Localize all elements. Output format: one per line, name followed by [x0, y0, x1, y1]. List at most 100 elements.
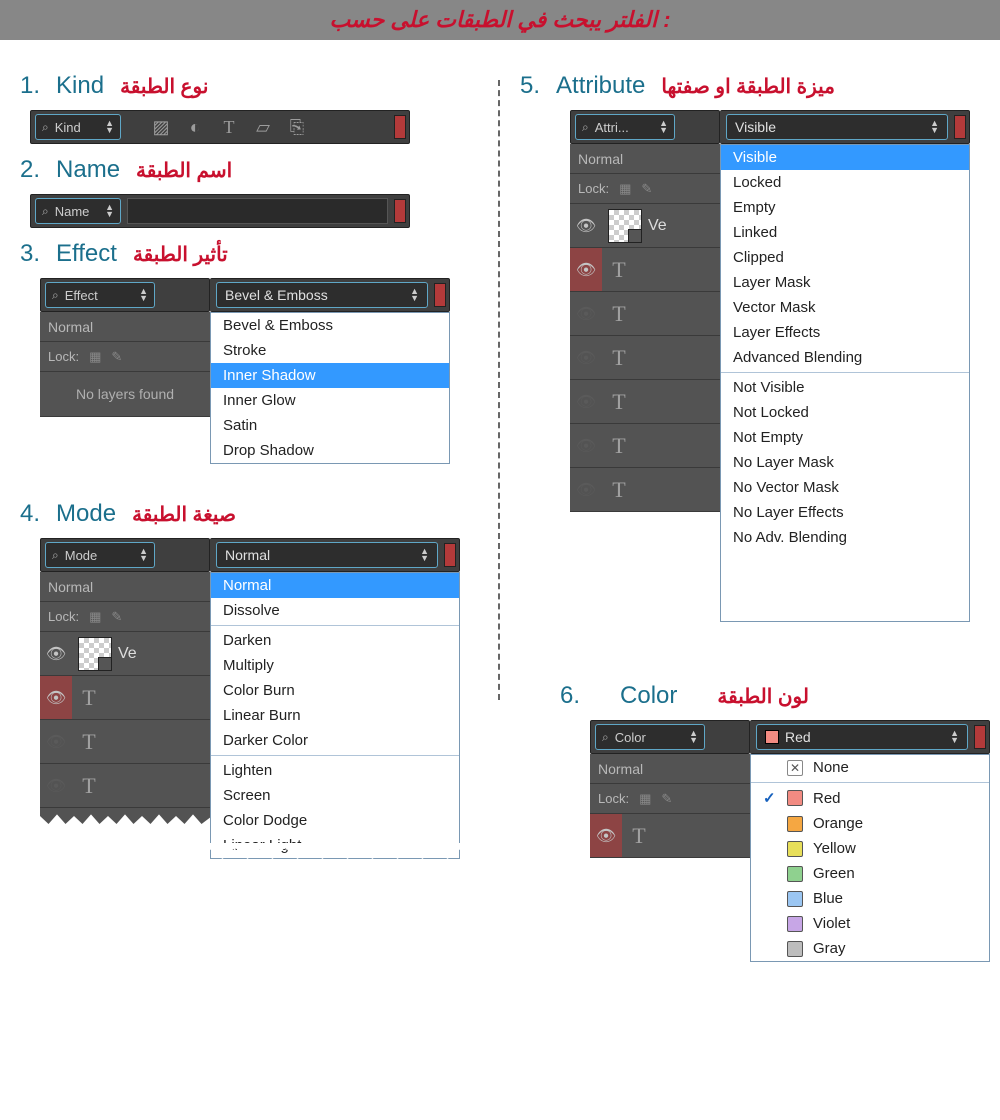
layer-row[interactable]: 👁 Ve: [40, 632, 210, 676]
layer-row[interactable]: 👁 T: [570, 248, 720, 292]
blend-mode-row[interactable]: Normal: [40, 572, 210, 602]
visibility-eye-icon[interactable]: 👁: [570, 348, 602, 368]
layer-row[interactable]: 👁 T: [570, 424, 720, 468]
type-layer-thumb[interactable]: T: [602, 473, 636, 507]
mode-select[interactable]: Normal ▲▼: [216, 542, 438, 568]
attribute-option[interactable]: No Layer Mask: [721, 450, 969, 475]
attribute-option[interactable]: Linked: [721, 220, 969, 245]
effect-option[interactable]: Bevel & Emboss: [211, 313, 449, 338]
lock-paint-icon[interactable]: ✎: [661, 791, 672, 807]
type-layer-icon[interactable]: T: [219, 117, 239, 137]
filter-toggle[interactable]: [394, 115, 406, 139]
type-layer-thumb[interactable]: T: [602, 385, 636, 419]
effect-option[interactable]: Stroke: [211, 338, 449, 363]
visibility-eye-icon[interactable]: 👁: [590, 814, 622, 857]
lock-paint-icon[interactable]: ✎: [111, 609, 122, 625]
type-layer-thumb[interactable]: T: [72, 769, 106, 803]
visibility-eye-icon[interactable]: 👁: [570, 436, 602, 456]
mode-option[interactable]: Darker Color: [211, 728, 459, 753]
type-layer-thumb[interactable]: T: [622, 819, 656, 853]
lock-paint-icon[interactable]: ✎: [641, 181, 652, 197]
lock-transparent-icon[interactable]: ▦: [89, 609, 101, 625]
color-option[interactable]: Violet: [751, 911, 989, 936]
attribute-option[interactable]: Visible: [721, 145, 969, 170]
effect-option[interactable]: Inner Shadow: [211, 363, 449, 388]
filter-toggle[interactable]: [394, 199, 406, 223]
attribute-option[interactable]: Not Visible: [721, 375, 969, 400]
attribute-option[interactable]: No Vector Mask: [721, 475, 969, 500]
attribute-option[interactable]: Layer Effects: [721, 320, 969, 345]
type-layer-thumb[interactable]: T: [72, 725, 106, 759]
mode-option[interactable]: Multiply: [211, 653, 459, 678]
color-option[interactable]: Yellow: [751, 836, 989, 861]
attribute-option[interactable]: Advanced Blending: [721, 345, 969, 370]
type-layer-thumb[interactable]: T: [72, 681, 106, 715]
attribute-option[interactable]: Layer Mask: [721, 270, 969, 295]
layer-thumbnail[interactable]: [608, 209, 642, 243]
filter-mode-button[interactable]: ⌕ Mode ▲▼: [45, 542, 155, 568]
attribute-option[interactable]: Empty: [721, 195, 969, 220]
filter-attribute-button[interactable]: ⌕ Attri... ▲▼: [575, 114, 675, 140]
layer-row[interactable]: 👁 T: [570, 336, 720, 380]
color-option[interactable]: Blue: [751, 886, 989, 911]
color-option[interactable]: ✓Red: [751, 785, 989, 811]
lock-transparent-icon[interactable]: ▦: [639, 791, 651, 807]
name-search-input[interactable]: [127, 198, 388, 224]
lock-transparent-icon[interactable]: ▦: [619, 181, 631, 197]
mode-option[interactable]: Color Dodge: [211, 808, 459, 833]
layer-row[interactable]: 👁 T: [40, 720, 210, 764]
shape-layer-icon[interactable]: ▱: [253, 117, 273, 137]
attribute-option[interactable]: Clipped: [721, 245, 969, 270]
filter-color-button[interactable]: ⌕ Color ▲▼: [595, 724, 705, 750]
adjustment-layer-icon[interactable]: ◐: [185, 117, 205, 137]
visibility-eye-icon[interactable]: 👁: [570, 392, 602, 412]
mode-option[interactable]: Normal: [211, 573, 459, 598]
visibility-eye-icon[interactable]: 👁: [570, 248, 602, 291]
blend-mode-row[interactable]: Normal: [40, 312, 210, 342]
visibility-eye-icon[interactable]: 👁: [40, 776, 72, 796]
filter-effect-button[interactable]: ⌕ Effect ▲▼: [45, 282, 155, 308]
smart-object-icon[interactable]: ⎘: [287, 117, 307, 137]
color-option-none[interactable]: ✕None: [751, 755, 989, 780]
visibility-eye-icon[interactable]: 👁: [570, 480, 602, 500]
attribute-option[interactable]: Not Locked: [721, 400, 969, 425]
mode-option[interactable]: Darken: [211, 628, 459, 653]
color-option[interactable]: Orange: [751, 811, 989, 836]
visibility-eye-icon[interactable]: 👁: [570, 304, 602, 324]
type-layer-thumb[interactable]: T: [602, 341, 636, 375]
visibility-eye-icon[interactable]: 👁: [570, 216, 602, 236]
attribute-option[interactable]: No Layer Effects: [721, 500, 969, 525]
layer-row[interactable]: 👁 T: [570, 468, 720, 512]
attribute-option[interactable]: No Adv. Blending: [721, 525, 969, 550]
attribute-option[interactable]: Vector Mask: [721, 295, 969, 320]
visibility-eye-icon[interactable]: 👁: [40, 644, 72, 664]
type-layer-thumb[interactable]: T: [602, 429, 636, 463]
filter-name-button[interactable]: ⌕ Name ▲▼: [35, 198, 121, 224]
attribute-option[interactable]: Not Empty: [721, 425, 969, 450]
mode-option[interactable]: Linear Burn: [211, 703, 459, 728]
layer-row[interactable]: 👁 T: [590, 814, 750, 858]
effect-select[interactable]: Bevel & Emboss ▲▼: [216, 282, 428, 308]
mode-option[interactable]: Lighten: [211, 758, 459, 783]
type-layer-thumb[interactable]: T: [602, 253, 636, 287]
layer-row[interactable]: 👁 T: [570, 380, 720, 424]
attribute-option[interactable]: Locked: [721, 170, 969, 195]
lock-transparent-icon[interactable]: ▦: [89, 349, 101, 365]
layer-row[interactable]: 👁 T: [40, 764, 210, 808]
type-layer-thumb[interactable]: T: [602, 297, 636, 331]
effect-option[interactable]: Inner Glow: [211, 388, 449, 413]
layer-row[interactable]: 👁 T: [40, 676, 210, 720]
blend-mode-row[interactable]: Normal: [570, 144, 720, 174]
mode-option[interactable]: Dissolve: [211, 598, 459, 623]
filter-toggle[interactable]: [444, 543, 456, 567]
pixel-layer-icon[interactable]: ▨: [151, 117, 171, 137]
lock-paint-icon[interactable]: ✎: [111, 349, 122, 365]
mode-option[interactable]: Color Burn: [211, 678, 459, 703]
filter-toggle[interactable]: [954, 115, 966, 139]
visibility-eye-icon[interactable]: 👁: [40, 732, 72, 752]
color-select[interactable]: Red ▲▼: [756, 724, 968, 750]
layer-thumbnail[interactable]: [78, 637, 112, 671]
effect-option[interactable]: Satin: [211, 413, 449, 438]
effect-option[interactable]: Drop Shadow: [211, 438, 449, 463]
filter-kind-button[interactable]: ⌕ Kind ▲▼: [35, 114, 121, 140]
